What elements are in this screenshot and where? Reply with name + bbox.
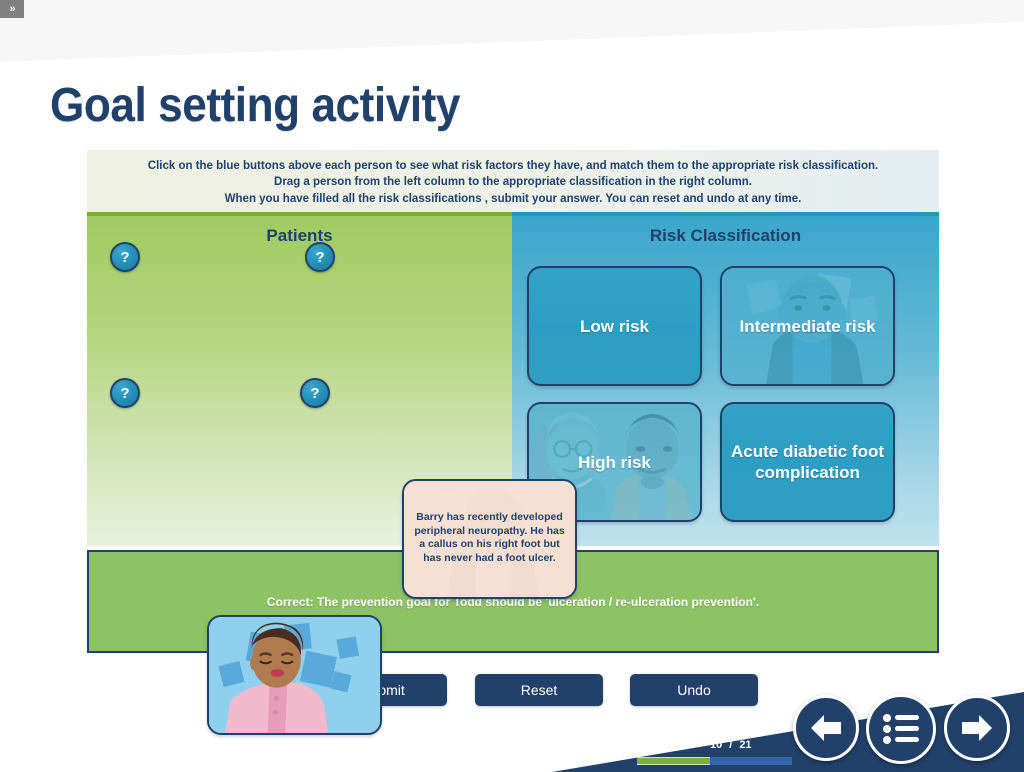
patient-card-woman[interactable]: [207, 615, 382, 735]
activity-panel: Click on the blue buttons above each per…: [87, 150, 939, 735]
next-slide-button[interactable]: [944, 695, 1010, 761]
patients-header: Patients: [266, 226, 333, 245]
risk-box-label: Low risk: [580, 316, 649, 336]
expand-sidebar-button[interactable]: »: [0, 0, 24, 18]
progress-bar-fill: [637, 757, 710, 765]
action-button-row: Submit Reset Undo: [0, 674, 1024, 708]
instruction-line-3: When you have filled all the risk classi…: [224, 192, 802, 205]
drag-drop-columns: Patients ? ? ? ? Risk Classification Low…: [87, 216, 939, 735]
total-pages: 21: [739, 739, 752, 751]
arrow-right-icon: [962, 715, 992, 741]
help-button-1[interactable]: ?: [110, 242, 140, 272]
patient-info-text: Barry has recently developed peripheral …: [414, 511, 565, 564]
reset-button[interactable]: Reset: [475, 674, 603, 706]
risk-box-intermediate-risk[interactable]: Intermediate risk: [720, 266, 895, 386]
page-indicator: 10 / 21: [710, 739, 752, 751]
top-banner: [0, 0, 1024, 62]
arrow-left-icon: [811, 715, 841, 741]
help-button-2[interactable]: ?: [305, 242, 335, 272]
slide-stage: » Goal setting activity Click on the blu…: [0, 0, 1024, 772]
list-menu-icon: [883, 714, 919, 744]
progress-bar: [637, 757, 792, 765]
help-button-3[interactable]: ?: [110, 378, 140, 408]
risk-box-label: High risk: [578, 452, 651, 472]
previous-slide-button[interactable]: [793, 695, 859, 761]
risk-box-label: Acute diabetic foot complication: [730, 442, 884, 482]
help-button-4[interactable]: ?: [300, 378, 330, 408]
instruction-line-1: Click on the blue buttons above each per…: [147, 159, 879, 172]
risk-box-acute-diabetic-foot-complication[interactable]: Acute diabetic foot complication: [720, 402, 895, 522]
page-title: Goal setting activity: [50, 79, 460, 132]
risk-box-low-risk[interactable]: Low risk: [527, 266, 702, 386]
menu-button[interactable]: [866, 694, 936, 764]
undo-button[interactable]: Undo: [630, 674, 758, 706]
patient-illustration-woman: [209, 617, 380, 733]
instructions-box: Click on the blue buttons above each per…: [87, 150, 939, 216]
page-separator: /: [729, 739, 733, 751]
instruction-line-2: Drag a person from the left column to th…: [274, 176, 752, 189]
risk-classification-header: Risk Classification: [649, 226, 802, 245]
current-page: 10: [710, 739, 723, 751]
risk-box-label: Intermediate risk: [739, 316, 876, 336]
patient-card-barry[interactable]: Barry has recently developed peripheral …: [402, 479, 577, 599]
